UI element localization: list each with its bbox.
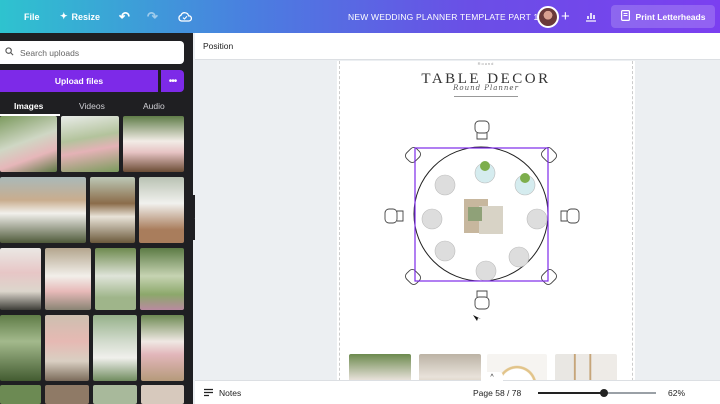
image-thumbnail[interactable]: [139, 177, 184, 243]
notes-icon: [203, 388, 214, 399]
file-menu[interactable]: File: [24, 0, 40, 33]
notes-label: Notes: [219, 388, 242, 398]
image-thumbnail[interactable]: [61, 116, 119, 172]
image-thumbnail[interactable]: [45, 315, 89, 381]
image-thumbnail[interactable]: [0, 177, 86, 243]
page-subtitle[interactable]: Round Planner: [337, 84, 635, 92]
document-title[interactable]: NEW WEDDING PLANNER TEMPLATE PART 1: [348, 0, 538, 33]
image-thumbnail[interactable]: [141, 385, 184, 404]
image-thumbnail[interactable]: [141, 315, 184, 381]
plus-icon[interactable]: +: [561, 0, 570, 33]
avatar[interactable]: [537, 0, 559, 33]
undo-icon[interactable]: ↶: [119, 0, 130, 33]
title-divider: [454, 96, 518, 97]
editor-area: Position Round TABLE DECOR Round Planner: [195, 33, 720, 404]
image-thumbnail[interactable]: [93, 385, 137, 404]
stats-icon[interactable]: [585, 0, 597, 33]
print-letterheads-label: Print Letterheads: [635, 11, 706, 22]
upload-files-button[interactable]: Upload files: [0, 70, 158, 92]
image-thumbnail[interactable]: [123, 116, 184, 172]
zoom-level[interactable]: 62%: [668, 381, 685, 404]
tab-images[interactable]: Images: [14, 97, 43, 114]
zoom-slider-knob[interactable]: [600, 389, 609, 397]
cloud-icon[interactable]: [178, 0, 192, 33]
search-placeholder: Search uploads: [20, 47, 80, 58]
image-thumbnail[interactable]: [45, 248, 91, 310]
image-thumbnail[interactable]: [0, 116, 57, 172]
resize-button[interactable]: ✦ Resize: [60, 0, 100, 33]
print-letterheads-button[interactable]: Print Letterheads: [611, 5, 715, 28]
tab-audio[interactable]: Audio: [143, 97, 165, 114]
image-thumbnail[interactable]: [140, 248, 184, 310]
context-toolbar: Position: [195, 33, 720, 60]
sparkle-icon: ✦: [60, 11, 68, 21]
uploads-panel: Search uploads Upload files ••• Images V…: [0, 33, 193, 404]
image-thumbnail[interactable]: [93, 315, 137, 381]
top-bar: File ✦ Resize ↶ ↷ NEW WEDDING PLANNER TE…: [0, 0, 720, 33]
image-thumbnail[interactable]: [0, 248, 41, 310]
page-small-header: Round: [477, 61, 495, 66]
search-input[interactable]: Search uploads: [0, 41, 184, 64]
image-thumbnail[interactable]: [95, 248, 136, 310]
print-icon: [620, 10, 630, 23]
image-thumbnail[interactable]: [0, 385, 41, 404]
zoom-slider[interactable]: [538, 381, 656, 404]
round-table-diagram[interactable]: [377, 111, 597, 321]
resize-label: Resize: [71, 11, 101, 22]
position-button[interactable]: Position: [203, 41, 233, 51]
notes-button[interactable]: Notes: [203, 381, 241, 404]
bottom-bar: ^ Notes Page 58 / 78 62%: [195, 372, 720, 404]
redo-icon[interactable]: ↷: [147, 0, 158, 33]
image-thumbnail[interactable]: [45, 385, 89, 404]
image-thumbnail[interactable]: [90, 177, 135, 243]
search-icon: [5, 47, 14, 58]
page-indicator[interactable]: Page 58 / 78: [473, 381, 521, 404]
image-thumbnail[interactable]: [0, 315, 41, 381]
design-page[interactable]: Round TABLE DECOR Round Planner: [337, 61, 635, 404]
more-options-icon[interactable]: •••: [161, 70, 184, 92]
tab-videos[interactable]: Videos: [79, 97, 105, 114]
